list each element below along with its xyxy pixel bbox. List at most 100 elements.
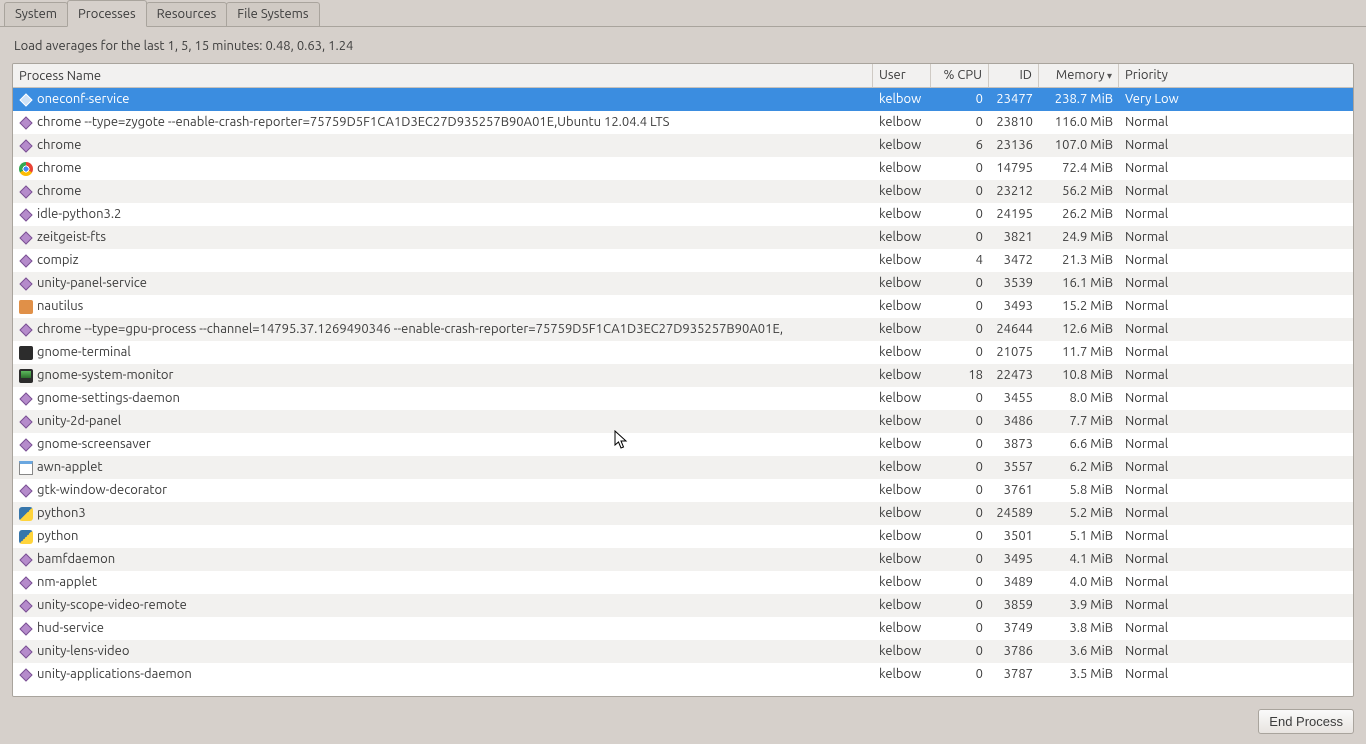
cell-pid: 24644 xyxy=(989,318,1039,341)
column-user[interactable]: User xyxy=(873,64,931,87)
cell-priority: Normal xyxy=(1119,341,1329,364)
process-name-text: nautilus xyxy=(37,295,83,318)
column-cpu[interactable]: % CPU xyxy=(931,64,989,87)
table-row[interactable]: chrome --type=gpu-process --channel=1479… xyxy=(13,318,1353,341)
column-name[interactable]: Process Name xyxy=(13,64,873,87)
cell-pid: 23477 xyxy=(989,88,1039,111)
diamond-icon xyxy=(19,185,33,199)
cell-pid: 3749 xyxy=(989,617,1039,640)
table-row[interactable]: gnome-settings-daemonkelbow034558.0 MiBN… xyxy=(13,387,1353,410)
table-row[interactable]: hud-servicekelbow037493.8 MiBNormal xyxy=(13,617,1353,640)
cell-name: unity-panel-service xyxy=(13,272,873,295)
cell-name: zeitgeist-fts xyxy=(13,226,873,249)
end-process-button[interactable]: End Process xyxy=(1258,709,1354,734)
process-name-text: chrome xyxy=(37,180,81,203)
cell-cpu: 0 xyxy=(931,525,989,548)
table-row[interactable]: gtk-window-decoratorkelbow037615.8 MiBNo… xyxy=(13,479,1353,502)
table-row[interactable]: unity-2d-panelkelbow034867.7 MiBNormal xyxy=(13,410,1353,433)
table-row[interactable]: bamfdaemonkelbow034954.1 MiBNormal xyxy=(13,548,1353,571)
table-row[interactable]: python3kelbow0245895.2 MiBNormal xyxy=(13,502,1353,525)
table-row[interactable]: gnome-system-monitorkelbow182247310.8 Mi… xyxy=(13,364,1353,387)
cell-mem: 8.0 MiB xyxy=(1039,387,1119,410)
column-priority[interactable]: Priority xyxy=(1119,64,1329,87)
cell-cpu: 0 xyxy=(931,410,989,433)
cell-pid: 3486 xyxy=(989,410,1039,433)
cell-name: idle-python3.2 xyxy=(13,203,873,226)
cell-mem: 3.8 MiB xyxy=(1039,617,1119,640)
table-row[interactable]: chromekelbow01479572.4 MiBNormal xyxy=(13,157,1353,180)
table-row[interactable]: unity-panel-servicekelbow0353916.1 MiBNo… xyxy=(13,272,1353,295)
cell-cpu: 6 xyxy=(931,134,989,157)
table-row[interactable]: nm-appletkelbow034894.0 MiBNormal xyxy=(13,571,1353,594)
cell-mem: 5.1 MiB xyxy=(1039,525,1119,548)
cell-user: kelbow xyxy=(873,157,931,180)
diamond-icon xyxy=(19,277,33,291)
table-row[interactable]: unity-scope-video-remotekelbow038593.9 M… xyxy=(13,594,1353,617)
cell-pid: 3761 xyxy=(989,479,1039,502)
cell-priority: Normal xyxy=(1119,594,1329,617)
tabbar: SystemProcessesResourcesFile Systems xyxy=(0,0,1366,27)
cell-cpu: 0 xyxy=(931,318,989,341)
process-name-text: gtk-window-decorator xyxy=(37,479,167,502)
process-name-text: oneconf-service xyxy=(37,88,129,111)
cell-priority: Normal xyxy=(1119,111,1329,134)
table-row[interactable]: nautiluskelbow0349315.2 MiBNormal xyxy=(13,295,1353,318)
diamond-icon xyxy=(19,208,33,222)
cell-name: chrome xyxy=(13,180,873,203)
cell-name: unity-applications-daemon xyxy=(13,663,873,686)
table-row[interactable]: oneconf-servicekelbow023477238.7 MiBVery… xyxy=(13,88,1353,111)
tab-processes[interactable]: Processes xyxy=(67,0,147,27)
tab-system[interactable]: System xyxy=(4,2,68,26)
cell-mem: 16.1 MiB xyxy=(1039,272,1119,295)
cell-name: nm-applet xyxy=(13,571,873,594)
folder-icon xyxy=(19,300,33,314)
diamond-icon xyxy=(19,484,33,498)
cell-name: gtk-window-decorator xyxy=(13,479,873,502)
cell-user: kelbow xyxy=(873,180,931,203)
cell-name: gnome-terminal xyxy=(13,341,873,364)
cell-priority: Normal xyxy=(1119,249,1329,272)
table-row[interactable]: compizkelbow4347221.3 MiBNormal xyxy=(13,249,1353,272)
table-row[interactable]: unity-applications-daemonkelbow037873.5 … xyxy=(13,663,1353,686)
cell-mem: 238.7 MiB xyxy=(1039,88,1119,111)
table-row[interactable]: chromekelbow02321256.2 MiBNormal xyxy=(13,180,1353,203)
process-name-text: unity-lens-video xyxy=(37,640,129,663)
cell-user: kelbow xyxy=(873,364,931,387)
process-name-text: chrome xyxy=(37,134,81,157)
table-row[interactable]: chrome --type=zygote --enable-crash-repo… xyxy=(13,111,1353,134)
table-body[interactable]: oneconf-servicekelbow023477238.7 MiBVery… xyxy=(13,88,1353,696)
cell-pid: 3786 xyxy=(989,640,1039,663)
cell-name: chrome xyxy=(13,134,873,157)
table-row[interactable]: gnome-terminalkelbow02107511.7 MiBNormal xyxy=(13,341,1353,364)
cell-user: kelbow xyxy=(873,548,931,571)
load-averages-text: Load averages for the last 1, 5, 15 minu… xyxy=(0,27,1366,63)
table-row[interactable]: gnome-screensaverkelbow038736.6 MiBNorma… xyxy=(13,433,1353,456)
process-name-text: python xyxy=(37,525,78,548)
cell-mem: 10.8 MiB xyxy=(1039,364,1119,387)
cell-user: kelbow xyxy=(873,387,931,410)
column-pid[interactable]: ID xyxy=(989,64,1039,87)
table-row[interactable]: unity-lens-videokelbow037863.6 MiBNormal xyxy=(13,640,1353,663)
cell-name: oneconf-service xyxy=(13,88,873,111)
cell-user: kelbow xyxy=(873,226,931,249)
table-row[interactable]: awn-appletkelbow035576.2 MiBNormal xyxy=(13,456,1353,479)
cell-cpu: 0 xyxy=(931,295,989,318)
cell-cpu: 0 xyxy=(931,203,989,226)
cell-priority: Normal xyxy=(1119,134,1329,157)
cell-pid: 23212 xyxy=(989,180,1039,203)
cell-pid: 21075 xyxy=(989,341,1039,364)
cell-cpu: 0 xyxy=(931,617,989,640)
column-mem[interactable]: Memory xyxy=(1039,64,1119,87)
cell-pid: 3455 xyxy=(989,387,1039,410)
table-row[interactable]: pythonkelbow035015.1 MiBNormal xyxy=(13,525,1353,548)
table-row[interactable]: zeitgeist-ftskelbow0382124.9 MiBNormal xyxy=(13,226,1353,249)
table-row[interactable]: idle-python3.2kelbow02419526.2 MiBNormal xyxy=(13,203,1353,226)
tab-resources[interactable]: Resources xyxy=(146,2,228,26)
cell-pid: 3493 xyxy=(989,295,1039,318)
tab-file-systems[interactable]: File Systems xyxy=(226,2,319,26)
cell-user: kelbow xyxy=(873,571,931,594)
cell-cpu: 0 xyxy=(931,548,989,571)
table-row[interactable]: chromekelbow623136107.0 MiBNormal xyxy=(13,134,1353,157)
cell-priority: Normal xyxy=(1119,318,1329,341)
cell-pid: 24589 xyxy=(989,502,1039,525)
